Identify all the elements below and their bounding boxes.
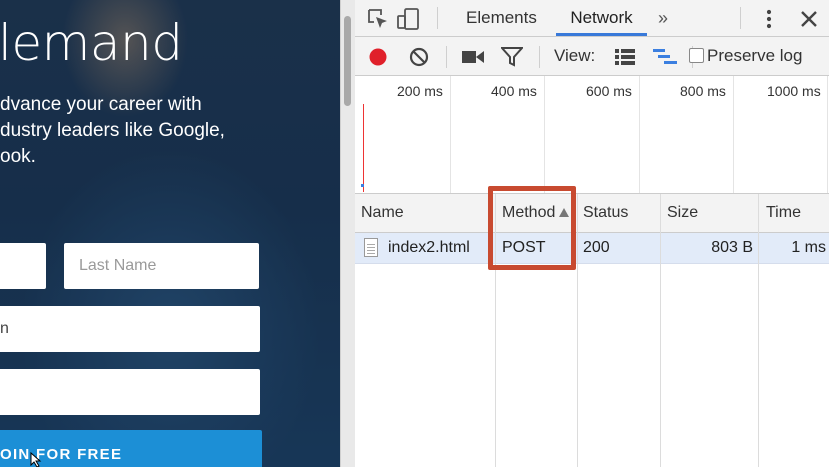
last-name-field[interactable]: Last Name (64, 243, 259, 289)
clear-icon[interactable] (409, 47, 429, 72)
overview-gridline (639, 76, 640, 193)
request-bar (361, 184, 364, 187)
mouse-cursor-icon (30, 451, 42, 467)
web-page: lemand dvance your career with dustry le… (0, 0, 340, 467)
column-divider (577, 194, 578, 467)
overview-tick-label: 600 ms (586, 83, 632, 99)
tab-separator (740, 7, 741, 29)
overview-gridline (827, 76, 828, 193)
overview-tick-label: 1000 ms (767, 83, 821, 99)
view-label: View: (554, 46, 596, 65)
cell-status: 200 (583, 239, 610, 256)
column-header-status[interactable]: Status (583, 194, 628, 232)
preserve-log-option[interactable]: Preserve log (689, 37, 803, 75)
list-view-icon[interactable] (614, 48, 636, 71)
hero-subtitle-line: dvance your career with (0, 94, 202, 115)
email-field[interactable]: n (0, 306, 260, 352)
network-toolbar: View: Preserve log (355, 37, 829, 76)
toolbar-separator (539, 46, 540, 68)
toolbar-separator (446, 46, 447, 68)
device-mode-icon[interactable] (397, 8, 419, 30)
network-requests-table: Name Method Status Size Time index2.html… (355, 194, 829, 467)
hero-subtitle-line: dustry leaders like Google, (0, 120, 225, 141)
overview-gridline (544, 76, 545, 193)
close-icon[interactable] (799, 8, 819, 28)
column-header-time[interactable]: Time (766, 194, 801, 232)
password-field[interactable] (0, 369, 260, 415)
column-divider (660, 194, 661, 467)
overview-tick-label: 200 ms (397, 83, 443, 99)
overview-gridline (733, 76, 734, 193)
tab-elements[interactable]: Elements (466, 0, 537, 36)
file-icon (364, 238, 378, 257)
column-divider (758, 194, 759, 467)
overview-tick-label: 400 ms (491, 83, 537, 99)
record-icon[interactable] (368, 47, 388, 72)
preserve-log-label: Preserve log (707, 46, 803, 65)
kebab-menu-icon[interactable] (759, 8, 779, 29)
column-header-name[interactable]: Name (361, 194, 404, 232)
hero-subtitle-line: ook. (0, 146, 36, 167)
more-tabs-icon[interactable]: » (658, 0, 668, 36)
filter-icon[interactable] (499, 47, 525, 72)
method-column-highlight-box (488, 186, 576, 270)
camera-icon[interactable] (461, 48, 485, 71)
preserve-log-checkbox[interactable] (689, 48, 704, 63)
devtools-tab-bar: Elements Network » (355, 0, 829, 37)
tab-separator (437, 7, 438, 29)
devtools-panel: Elements Network » View: Preserve log 20… (355, 0, 829, 467)
cell-time: 1 ms (791, 239, 826, 256)
overview-gridline (450, 76, 451, 193)
load-event-marker (363, 104, 364, 192)
tab-network[interactable]: Network (556, 0, 647, 36)
first-name-field[interactable] (0, 243, 46, 289)
network-overview-timeline[interactable]: 200 ms 400 ms 600 ms 800 ms 1000 ms (355, 76, 829, 194)
hero-title: lemand (0, 14, 183, 72)
page-scrollbar[interactable] (340, 0, 355, 467)
waterfall-view-icon[interactable] (652, 48, 678, 71)
overview-tick-label: 800 ms (680, 83, 726, 99)
cell-name[interactable]: index2.html (388, 233, 470, 263)
page-scrollbar-thumb[interactable] (344, 16, 351, 106)
cell-size: 803 B (711, 239, 753, 256)
hero-subtitle: dvance your career with dustry leaders l… (0, 92, 225, 170)
column-header-size[interactable]: Size (667, 194, 698, 232)
inspect-element-icon[interactable] (367, 8, 387, 28)
